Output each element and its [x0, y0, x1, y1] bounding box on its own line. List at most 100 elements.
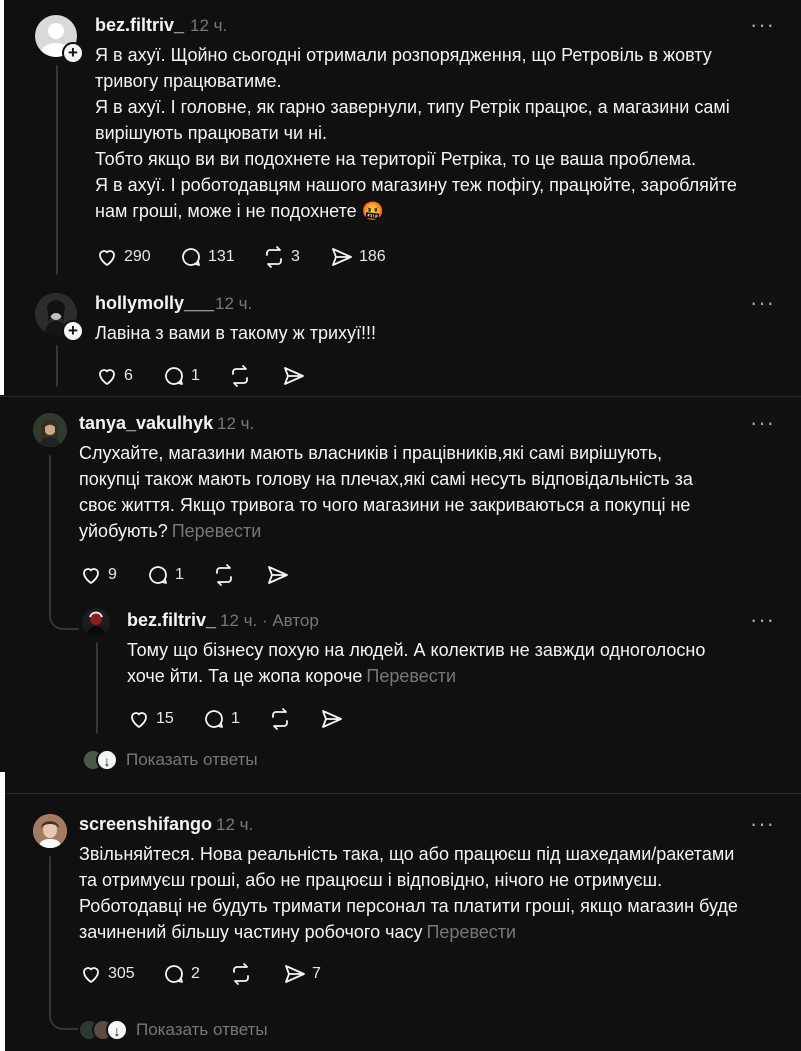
screenshot-edge-left	[0, 0, 4, 395]
share-button[interactable]	[266, 563, 290, 587]
repost-icon	[216, 564, 232, 586]
repost-count: 3	[291, 248, 300, 265]
thread-line	[56, 345, 58, 387]
reply-button[interactable]: 131	[179, 245, 235, 269]
reply-button[interactable]: 1	[146, 563, 184, 587]
avatar-tanya-vakulhyk[interactable]	[33, 413, 67, 447]
comment-text: Лавіна з вами в такому ж трихуї!!!	[95, 323, 377, 343]
arrow-down-icon: ↓	[96, 749, 118, 771]
show-replies-button[interactable]: ↓ Показать ответы	[78, 1019, 268, 1041]
show-replies-button[interactable]: ↓ Показать ответы	[82, 749, 258, 771]
reply-button[interactable]: 2	[162, 962, 200, 986]
repost-icon	[233, 963, 249, 985]
like-button[interactable]: 305	[79, 962, 135, 986]
share-button[interactable]: 7	[283, 962, 321, 986]
thread-line	[96, 642, 98, 734]
comment-username[interactable]: tanya_vakulhyk	[79, 413, 213, 434]
comment-time: 12 ч.	[216, 815, 254, 834]
share-button[interactable]	[320, 707, 344, 731]
share-icon	[322, 710, 342, 728]
photo-avatar-icon	[33, 413, 67, 447]
repost-icon	[266, 246, 282, 268]
share-icon	[285, 965, 305, 983]
thread-line	[49, 455, 51, 570]
comment-time: 12 ч.	[215, 294, 253, 313]
like-count: 15	[156, 710, 174, 727]
heart-icon	[99, 369, 115, 385]
comment-username[interactable]: bez.filtriv_	[95, 15, 184, 36]
arrow-down-icon: ↓	[106, 1019, 128, 1041]
repost-button[interactable]	[229, 962, 253, 986]
reply-count: 2	[191, 965, 200, 982]
follow-plus-icon[interactable]: +	[62, 42, 84, 64]
share-icon	[284, 367, 304, 385]
comment-text: Звільняйтеся. Нова реальність така, що а…	[79, 844, 738, 942]
like-button[interactable]: 6	[95, 364, 133, 388]
translate-link[interactable]: Перевести	[426, 922, 516, 942]
follow-plus-icon[interactable]: +	[62, 320, 84, 342]
share-count: 186	[359, 248, 386, 265]
heart-icon	[83, 967, 99, 983]
repost-button[interactable]	[212, 563, 236, 587]
divider	[0, 396, 801, 397]
reply-button[interactable]: 1	[162, 364, 200, 388]
share-button[interactable]	[282, 364, 306, 388]
more-icon[interactable]: ···	[750, 609, 775, 631]
photo-avatar-icon	[33, 814, 67, 848]
comment-username[interactable]: screenshifango	[79, 814, 212, 835]
reply-count: 1	[191, 367, 200, 384]
comment-username[interactable]: hollymolly___	[95, 293, 214, 314]
share-count: 7	[312, 965, 321, 982]
comment-icon	[182, 248, 200, 266]
repost-button[interactable]	[268, 707, 292, 731]
comment-icon	[165, 367, 183, 385]
like-count: 305	[108, 965, 135, 982]
heart-icon	[99, 250, 115, 266]
comment-time: 12 ч.	[190, 16, 228, 35]
comment-text: Слухайте, магазини мають власників і пра…	[79, 443, 693, 541]
like-button[interactable]: 15	[127, 707, 174, 731]
comment-username[interactable]: bez.filtriv_	[127, 610, 216, 631]
reply-count: 1	[231, 710, 240, 727]
comment-text: Я в ахуї. Щойно сьогодні отримали розпор…	[95, 45, 737, 221]
thread-line	[49, 856, 51, 972]
screenshot-edge-bottom-left	[0, 772, 5, 1051]
show-replies-label: Показать ответы	[136, 1020, 268, 1039]
reply-button[interactable]: 1	[202, 707, 240, 731]
angry-emoji-icon: 🤬	[361, 201, 385, 221]
show-replies-label: Показать ответы	[126, 750, 258, 769]
repost-button[interactable]: 3	[262, 245, 300, 269]
like-button[interactable]: 9	[79, 563, 117, 587]
heart-icon	[83, 568, 99, 584]
divider	[5, 793, 801, 794]
thread-line	[56, 65, 58, 275]
translate-link[interactable]: Перевести	[366, 666, 456, 686]
comment-icon	[165, 965, 183, 983]
translate-link[interactable]: Перевести	[172, 521, 262, 541]
avatar-screenshifango[interactable]	[33, 814, 67, 848]
repost-button[interactable]	[228, 364, 252, 388]
share-icon	[268, 566, 288, 584]
repost-icon	[272, 708, 288, 730]
like-button[interactable]: 290	[95, 245, 151, 269]
share-button[interactable]: 186	[330, 245, 386, 269]
thread-curve	[49, 970, 79, 1030]
comment-text: Тому що бізнесу похую на людей. А колект…	[127, 640, 706, 686]
more-icon[interactable]: ···	[750, 292, 775, 314]
comment-time: 12 ч.	[217, 414, 255, 433]
more-icon[interactable]: ···	[750, 813, 775, 835]
more-icon[interactable]: ···	[750, 14, 775, 36]
comment-time: 12 ч. · Автор	[220, 611, 319, 630]
photo-avatar-icon	[82, 608, 110, 636]
more-icon[interactable]: ···	[750, 412, 775, 434]
author-badge: · Автор	[261, 611, 319, 630]
repost-icon	[232, 365, 248, 387]
heart-icon	[131, 712, 147, 728]
avatar-bez-filtriv-author[interactable]	[82, 608, 110, 636]
like-count: 6	[124, 367, 133, 384]
reply-count: 131	[208, 248, 235, 265]
comment-icon	[149, 566, 167, 584]
like-count: 9	[108, 566, 117, 583]
share-icon	[332, 248, 352, 266]
reply-count: 1	[175, 566, 184, 583]
